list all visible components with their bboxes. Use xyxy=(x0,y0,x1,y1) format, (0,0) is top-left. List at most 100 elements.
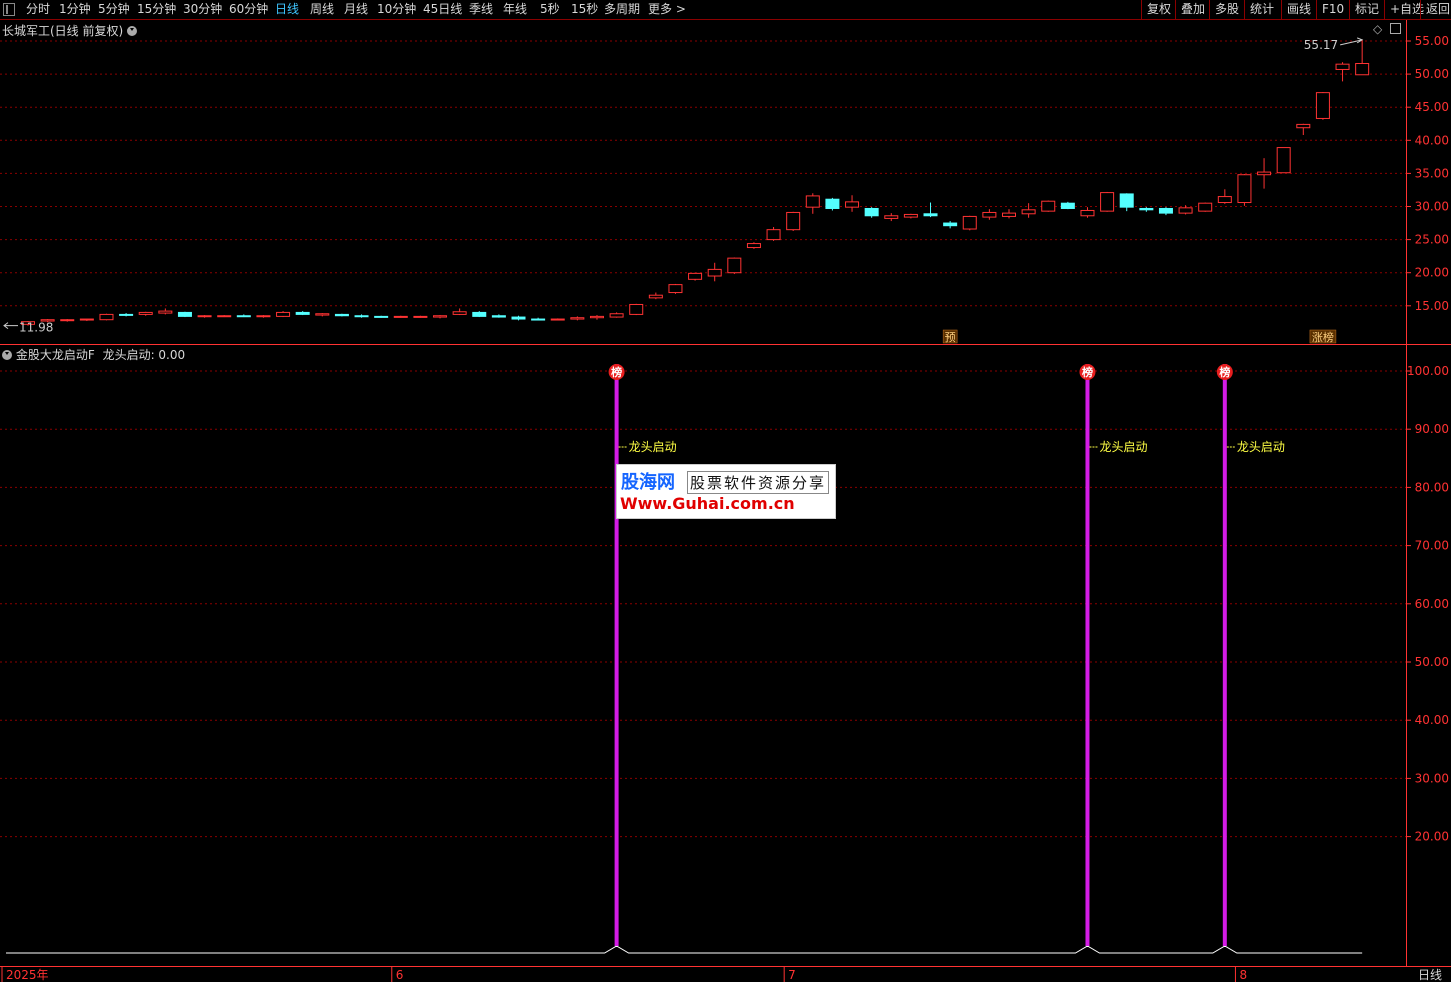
candle xyxy=(531,317,546,321)
date-label: 7 xyxy=(788,968,796,982)
toolbar-button-2[interactable]: 多股 xyxy=(1209,0,1244,19)
candle xyxy=(629,303,644,316)
maximize-icon[interactable] xyxy=(1390,23,1402,34)
period-tab-2[interactable]: 5分钟 xyxy=(98,1,130,18)
candle xyxy=(550,318,565,321)
chevron-down-icon[interactable] xyxy=(127,26,138,36)
toolbar-button-6[interactable]: 标记 xyxy=(1349,0,1384,19)
candle-body xyxy=(1217,196,1232,204)
candle-body xyxy=(648,294,663,299)
candle xyxy=(1139,207,1154,212)
candle xyxy=(1276,147,1291,174)
indicator-tick-label: 100.00 xyxy=(1407,364,1449,378)
candles xyxy=(21,39,1370,326)
sidebar-toggle-icon[interactable] xyxy=(3,3,15,16)
candle-body xyxy=(609,313,624,318)
candle xyxy=(79,318,94,322)
period-tab-7[interactable]: 周线 xyxy=(310,1,334,18)
toolbar-button-4[interactable]: 画线 xyxy=(1281,0,1316,19)
price-tick-label: 20.00 xyxy=(1415,266,1449,280)
period-tab-12[interactable]: 年线 xyxy=(503,1,527,18)
candle-body xyxy=(707,268,722,277)
price-tick-label: 45.00 xyxy=(1415,100,1449,114)
candle-body xyxy=(786,211,801,231)
price-labels: 55.17 11.98 预 涨榜 xyxy=(3,37,1364,344)
toolbar-button-0[interactable]: 复权 xyxy=(1141,0,1176,19)
candle xyxy=(374,315,389,318)
candle-body xyxy=(60,319,75,322)
toolbar-button-8[interactable]: 返回 xyxy=(1420,0,1451,19)
signal-group: 榜龙头启动 xyxy=(608,364,677,946)
candle xyxy=(1100,191,1115,212)
candle xyxy=(1060,201,1075,210)
candle-body xyxy=(177,311,192,317)
candle-body xyxy=(1257,171,1272,176)
signal-badge-text: 榜 xyxy=(611,365,622,379)
candle-body xyxy=(491,315,506,318)
candle xyxy=(197,315,212,318)
low-arrow xyxy=(3,322,18,330)
candle xyxy=(1257,158,1272,189)
period-tab-3[interactable]: 15分钟 xyxy=(137,1,176,18)
candle xyxy=(1335,62,1350,82)
candle-body xyxy=(197,315,212,318)
candle-body xyxy=(1315,92,1330,119)
signal-group: 榜龙头启动 xyxy=(1079,364,1147,946)
indicator-tick-label: 80.00 xyxy=(1415,480,1449,494)
candle xyxy=(609,312,624,318)
period-tab-9[interactable]: 10分钟 xyxy=(377,1,416,18)
candle xyxy=(1158,207,1173,216)
candle xyxy=(1080,207,1095,218)
period-tab-6[interactable]: 日线 xyxy=(275,1,299,18)
candle-body xyxy=(256,315,271,318)
watermark-logo-text: 股海网 xyxy=(621,472,675,493)
toolbar-button-5[interactable]: F10 xyxy=(1316,0,1349,19)
indicator-tick-label: 40.00 xyxy=(1415,713,1449,727)
period-tab-10[interactable]: 45日线 xyxy=(423,1,462,18)
candle xyxy=(1237,174,1252,206)
period-tab-5[interactable]: 60分钟 xyxy=(229,1,268,18)
period-tab-0[interactable]: 分时 xyxy=(26,1,50,18)
candle-body xyxy=(1198,202,1213,212)
period-tab-8[interactable]: 月线 xyxy=(344,1,368,18)
candle xyxy=(1002,209,1016,219)
date-label: 8 xyxy=(1239,968,1247,982)
toolbar-button-1[interactable]: 叠加 xyxy=(1175,0,1210,19)
candle-body xyxy=(962,215,977,230)
candle xyxy=(99,313,114,321)
diamond-icon[interactable]: ◇ xyxy=(1373,22,1382,36)
candle-body xyxy=(40,319,55,322)
indicator-tick-label: 20.00 xyxy=(1415,830,1449,844)
chevron-down-icon[interactable] xyxy=(2,350,12,360)
period-tab-14[interactable]: 15秒 xyxy=(571,1,598,18)
price-tick-label: 30.00 xyxy=(1415,200,1449,214)
candle-body xyxy=(276,311,291,317)
toolbar-button-3[interactable]: 统计 xyxy=(1244,0,1279,19)
indicator-plot: 榜龙头启动榜龙头启动榜龙头启动 xyxy=(6,364,1363,954)
period-tab-16[interactable]: 更多 > xyxy=(648,1,686,18)
candle-body xyxy=(1100,192,1115,212)
marker-box xyxy=(942,329,958,344)
candle xyxy=(21,321,35,326)
period-tab-1[interactable]: 1分钟 xyxy=(59,1,91,18)
marker-label: 预 xyxy=(945,331,956,344)
candle xyxy=(1198,202,1213,212)
candle xyxy=(60,319,75,322)
candle xyxy=(923,202,938,218)
price-axis: 55.00 50.00 45.00 40.00 35.00 30.00 25.00 20.00… xyxy=(1406,34,1449,313)
main-chart-controls: ◇ xyxy=(1373,22,1402,36)
price-tick-label: 15.00 xyxy=(1415,299,1449,313)
indicator-tick-label: 90.00 xyxy=(1415,422,1449,436)
period-tab-13[interactable]: 5秒 xyxy=(540,1,560,18)
candle-body xyxy=(1355,63,1370,76)
period-tab-15[interactable]: 多周期 xyxy=(604,1,640,18)
period-tab-4[interactable]: 30分钟 xyxy=(183,1,222,18)
candle xyxy=(334,313,349,317)
period-tab-11[interactable]: 季线 xyxy=(469,1,493,18)
indicator-axis: 100.00 90.00 80.00 70.00 60.00 50.00 40.00 30.0… xyxy=(1406,364,1449,844)
candle xyxy=(825,197,840,211)
candle xyxy=(393,315,408,318)
candle-body xyxy=(1276,147,1291,174)
candle-body xyxy=(1002,212,1016,217)
candle xyxy=(354,314,369,318)
